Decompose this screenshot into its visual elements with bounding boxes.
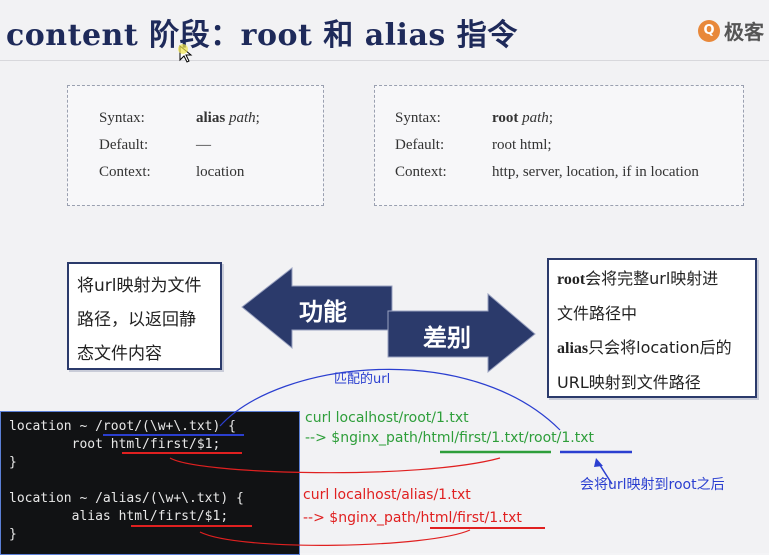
cursor-highlight [178, 44, 188, 54]
blue-arrow-head [594, 458, 603, 467]
blue-arc-match [219, 368, 561, 431]
red-curve-alias [199, 529, 471, 546]
red-curve-root [169, 457, 501, 474]
annotation-strokes [103, 44, 632, 546]
